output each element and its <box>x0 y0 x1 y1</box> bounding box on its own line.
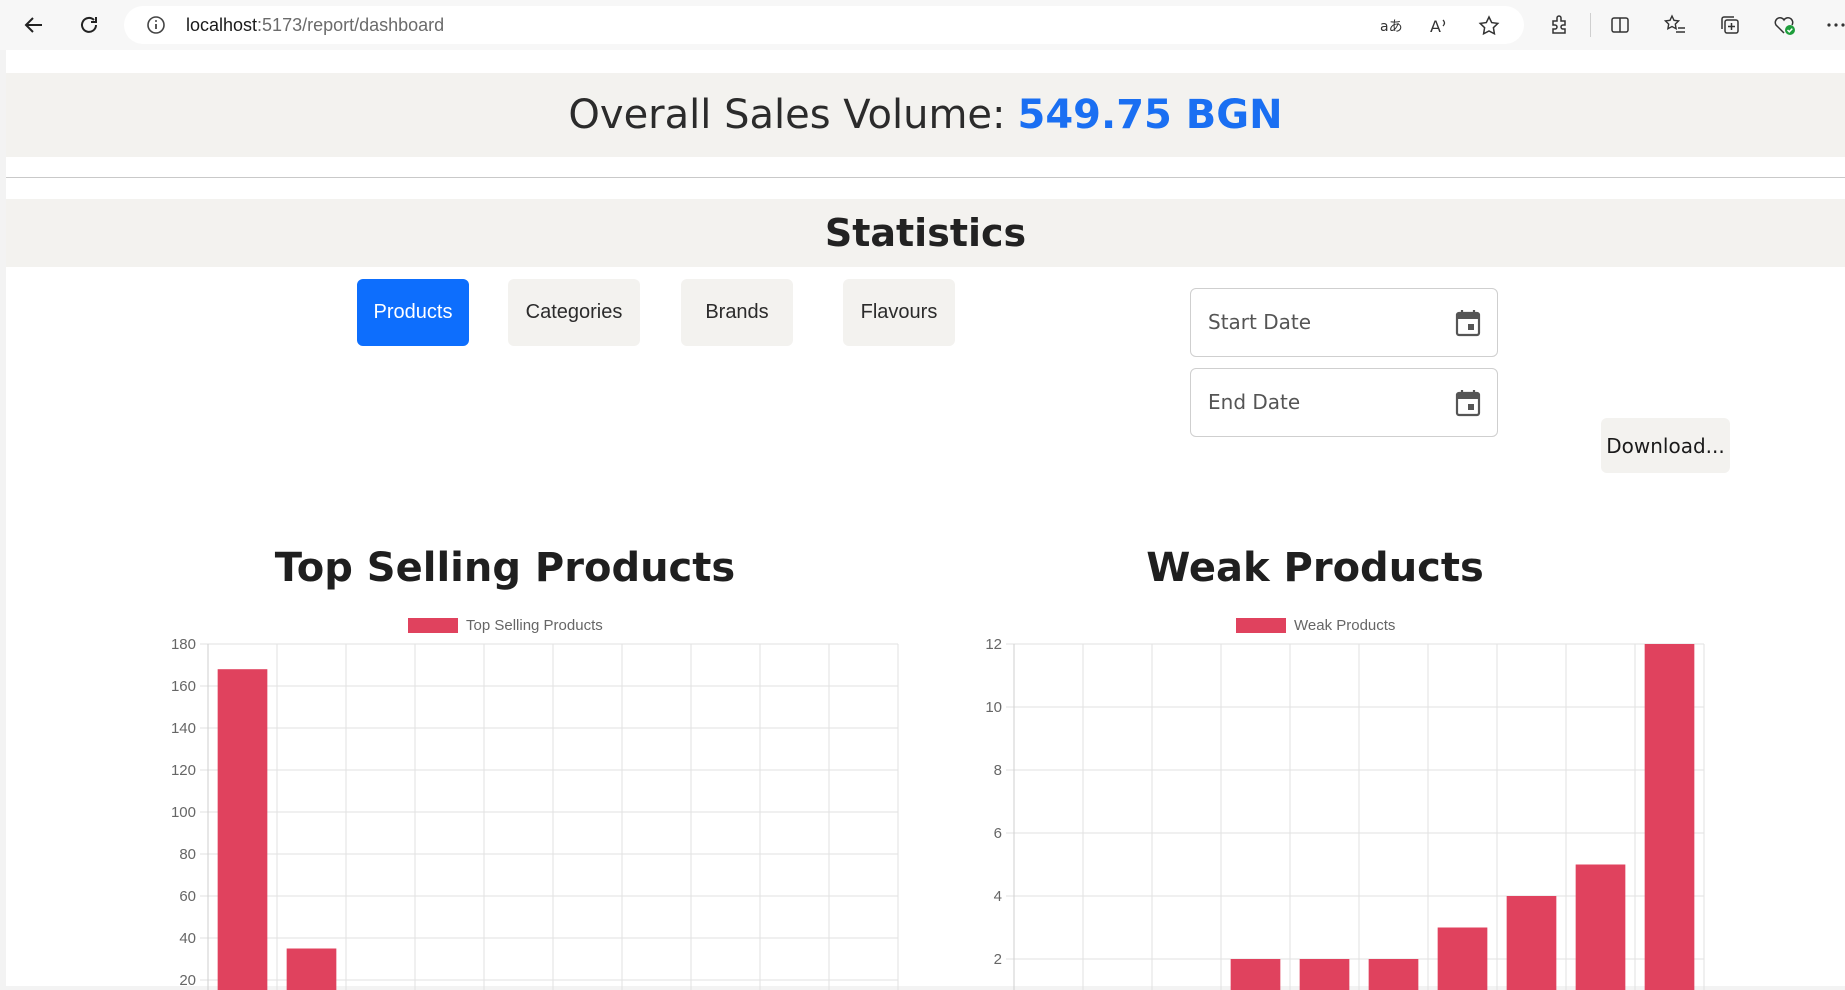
address-bar[interactable]: localhost:5173/report/dashboard aあ A <box>124 6 1524 44</box>
start-date-placeholder: Start Date <box>1208 310 1312 334</box>
extensions-icon[interactable] <box>1546 12 1572 38</box>
calendar-icon[interactable] <box>1455 389 1481 421</box>
url-text[interactable]: localhost:5173/report/dashboard <box>186 15 444 36</box>
y-tick-label: 2 <box>994 951 1002 968</box>
y-tick-label: 12 <box>985 636 1002 653</box>
y-tick-label: 140 <box>171 720 196 737</box>
y-tick-label: 10 <box>985 699 1002 716</box>
browser-health-icon[interactable] <box>1772 12 1798 38</box>
y-tick-label: 100 <box>171 804 196 821</box>
url-host: localhost <box>186 15 258 35</box>
weak-products-chart-title: Weak Products <box>1146 545 1484 591</box>
chart-bar[interactable] <box>1437 927 1488 990</box>
browser-toolbar: localhost:5173/report/dashboard aあ A <box>0 0 1845 50</box>
svg-text:A: A <box>1430 17 1441 36</box>
site-info-icon[interactable] <box>146 15 166 39</box>
download-button[interactable]: Download... <box>1601 418 1730 473</box>
calendar-icon[interactable] <box>1455 309 1481 341</box>
favorites-list-icon[interactable] <box>1662 12 1688 38</box>
grid-lines <box>200 643 899 990</box>
top-selling-bar-chart: 20 40 60 80 100 120 140 160 180 <box>171 636 899 990</box>
y-tick-label: 80 <box>179 846 196 863</box>
collections-icon[interactable] <box>1717 12 1743 38</box>
chart-bar[interactable] <box>1575 864 1626 990</box>
chart-bar[interactable] <box>1299 959 1350 990</box>
y-tick-label: 40 <box>179 930 196 947</box>
chart-bar[interactable] <box>1506 896 1557 990</box>
start-date-field[interactable]: Start Date <box>1190 288 1498 357</box>
y-tick-label: 20 <box>179 972 196 989</box>
y-tick-label: 160 <box>171 678 196 695</box>
read-aloud-icon[interactable]: A <box>1429 15 1451 37</box>
tab-flavours[interactable]: Flavours <box>843 279 955 346</box>
y-tick-label: 120 <box>171 762 196 779</box>
toolbar-divider <box>1590 13 1591 37</box>
favorite-star-icon[interactable] <box>1478 15 1500 37</box>
tab-products[interactable]: Products <box>357 279 469 346</box>
y-tick-label: 4 <box>994 888 1002 905</box>
end-date-field[interactable]: End Date <box>1190 368 1498 437</box>
weak-products-bar-chart: 2 4 6 8 10 12 <box>985 636 1705 990</box>
split-screen-icon[interactable] <box>1607 12 1633 38</box>
refresh-icon[interactable] <box>73 9 105 41</box>
chart-bar[interactable] <box>1644 644 1695 990</box>
top-selling-chart-title: Top Selling Products <box>274 545 736 591</box>
more-menu-icon[interactable] <box>1823 12 1845 38</box>
end-date-placeholder: End Date <box>1208 390 1301 414</box>
sales-volume-value: 549.75 BGN <box>1017 92 1283 138</box>
section-divider <box>6 177 1845 178</box>
tab-categories[interactable]: Categories <box>508 279 640 346</box>
sales-volume-banner: Overall Sales Volume: 549.75 BGN <box>6 73 1845 157</box>
chart-bar[interactable] <box>1368 959 1419 990</box>
sales-volume-label: Overall Sales Volume: <box>568 92 1006 138</box>
y-tick-label: 6 <box>994 825 1002 842</box>
chart-bar[interactable] <box>1230 959 1281 990</box>
tab-brands[interactable]: Brands <box>681 279 793 346</box>
chart-bar[interactable] <box>217 669 268 990</box>
statistics-title: Statistics <box>824 211 1027 255</box>
svg-text:aあ: aあ <box>1380 19 1402 35</box>
y-tick-label: 8 <box>994 762 1002 779</box>
back-arrow-icon[interactable] <box>18 9 50 41</box>
translate-icon[interactable]: aあ <box>1380 15 1402 37</box>
url-path: :5173/report/dashboard <box>257 15 445 35</box>
y-tick-label: 180 <box>171 636 196 653</box>
chart-bar[interactable] <box>286 948 337 990</box>
y-tick-label: 60 <box>179 888 196 905</box>
statistics-banner: Statistics <box>6 199 1845 267</box>
